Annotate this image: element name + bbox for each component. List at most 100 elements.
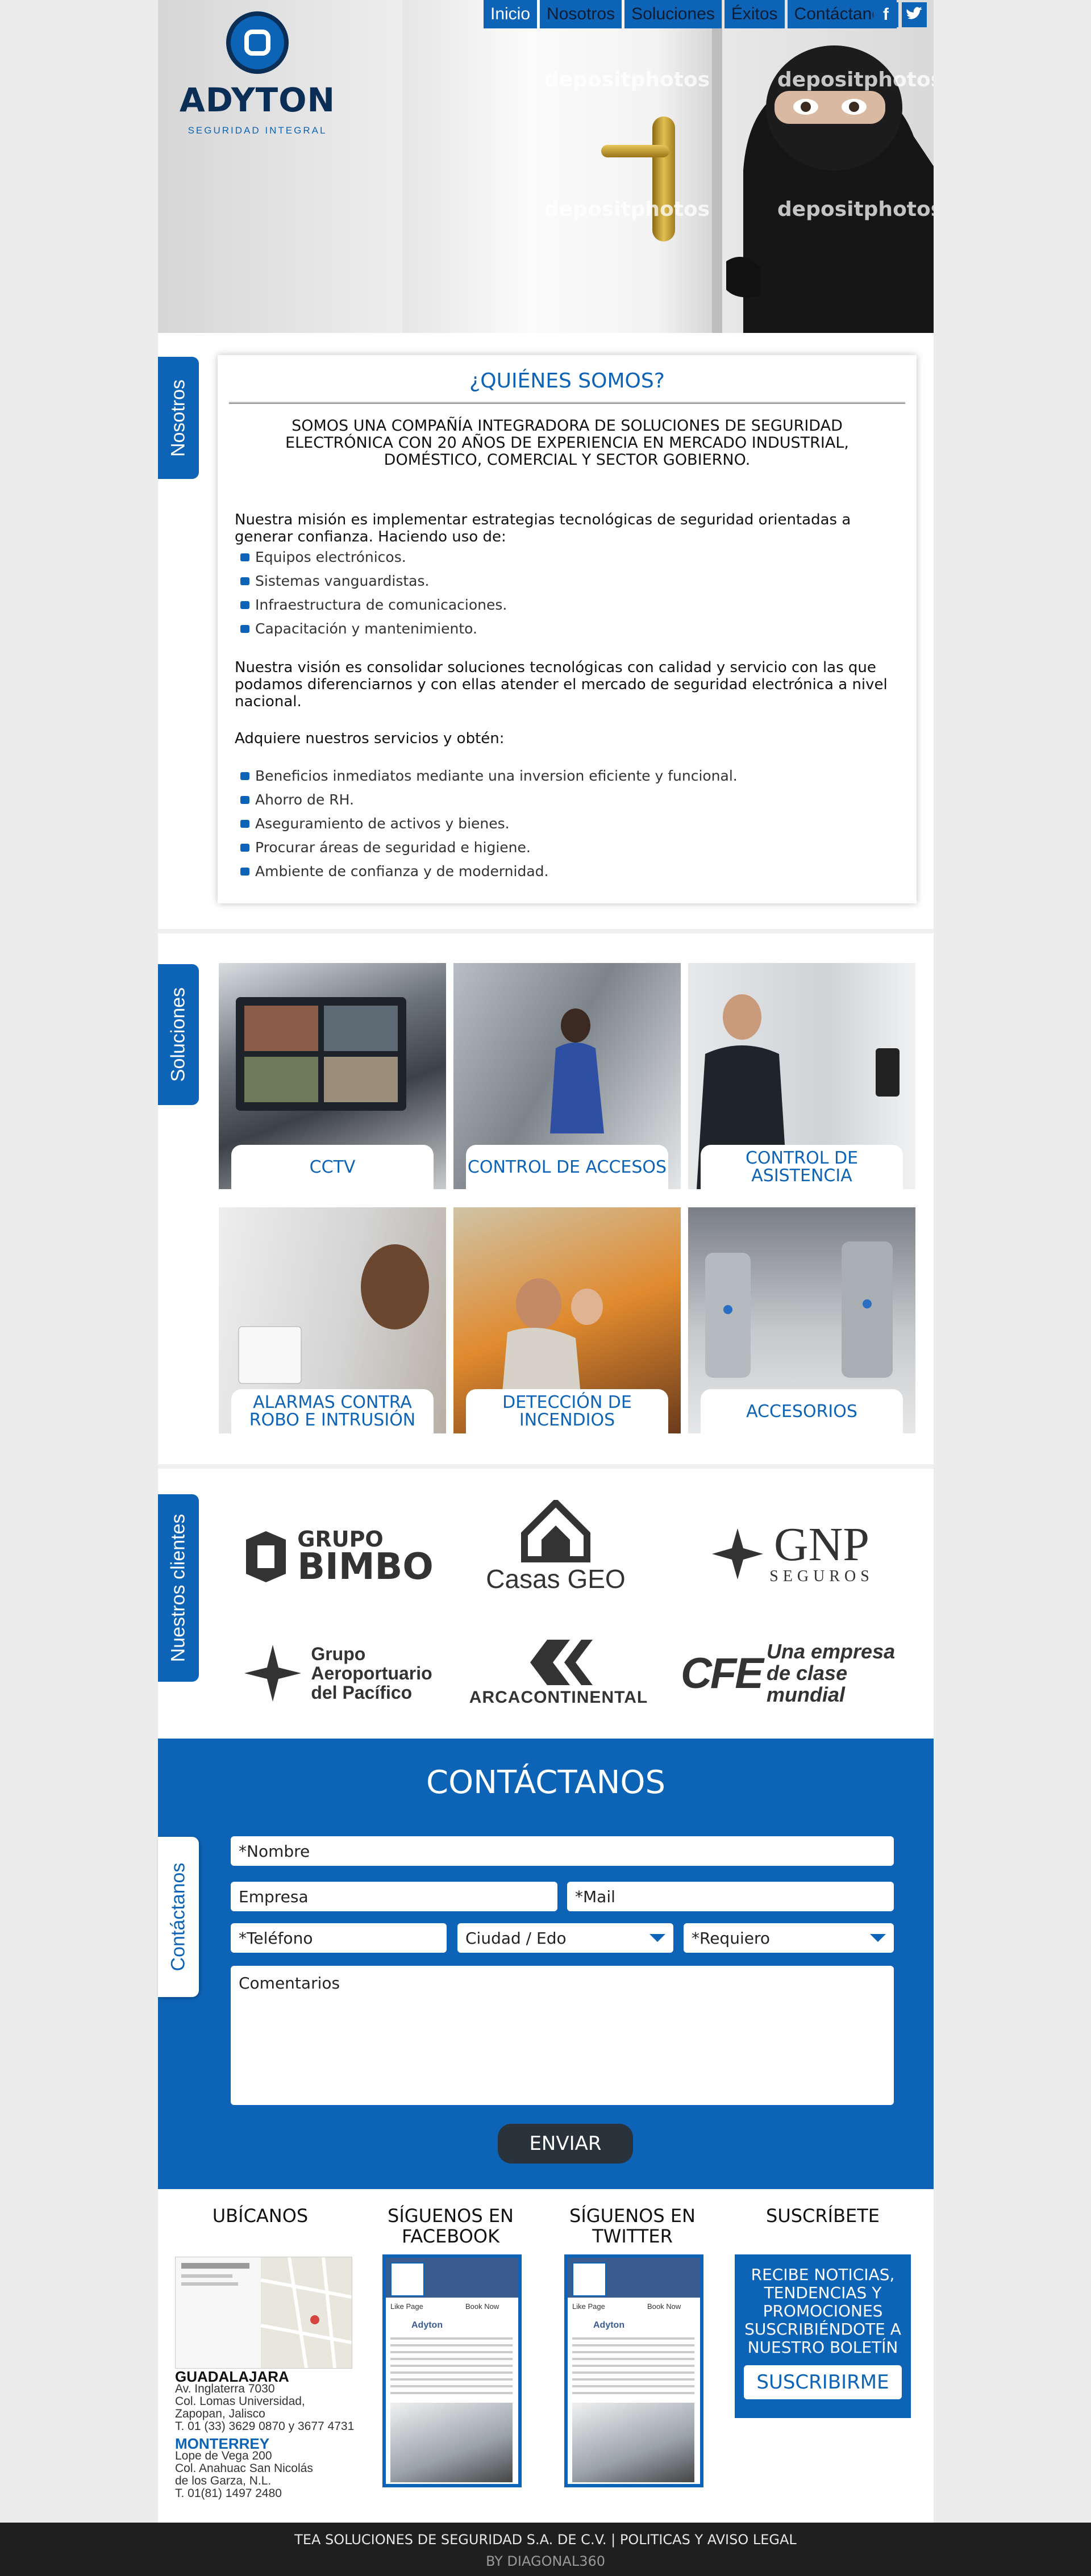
- solution-alarmas[interactable]: ALARMAS CONTRA ROBO E INTRUSIÓN: [219, 1207, 446, 1433]
- solution-label: CCTV: [231, 1145, 434, 1189]
- requires-select[interactable]: *Requiero: [684, 1923, 894, 1953]
- facebook-icon[interactable]: f: [873, 2, 898, 27]
- twitter-title: SÍGUENOS EN TWITTER: [569, 2205, 696, 2247]
- gnp-name: GNP: [773, 1518, 870, 1571]
- social-links: f: [873, 2, 927, 27]
- page: depositphotos depositphotos depositphoto…: [158, 0, 934, 2523]
- widget-like: Like Page: [572, 2302, 605, 2311]
- door-handle-lever: [601, 145, 669, 157]
- nav-nosotros[interactable]: Nosotros: [540, 0, 622, 28]
- list-item: Ambiente de confianza y de modernidad.: [240, 860, 738, 883]
- address-guadalajara: GUADALAJARA Av. Inglaterra 7030 Col. Lom…: [175, 2369, 354, 2433]
- locate-title: UBÍCANOS: [212, 2205, 309, 2227]
- list-item: Infraestructura de comunicaciones.: [240, 593, 507, 617]
- client-logo-cfe: CFE Una empresa de clase mundial: [681, 1636, 908, 1710]
- tab-nosotros[interactable]: Nosotros: [158, 357, 199, 479]
- address-line: Av. Inglaterra 7030: [175, 2382, 275, 2395]
- nav-inicio[interactable]: Inicio: [483, 0, 538, 28]
- casasgeo-name: Casas GEO: [486, 1564, 626, 1594]
- cfe-mark: CFE: [681, 1649, 764, 1698]
- city-select[interactable]: Ciudad / Edo: [457, 1923, 673, 1953]
- email-field[interactable]: [567, 1882, 894, 1911]
- twitter-icon[interactable]: [902, 2, 927, 27]
- subscribe-title: SUSCRÍBETE: [766, 2205, 880, 2227]
- gap-line-1: Grupo: [311, 1644, 366, 1664]
- about-card: ¿QUIÉNES SOMOS? SOMOS UNA COMPAÑÍA INTEG…: [218, 355, 917, 903]
- bimbo-bottom: BIMBO: [297, 1546, 434, 1588]
- solution-incendios[interactable]: DETECCIÓN DE INCENDIOS: [453, 1207, 681, 1433]
- cfe-slogan-2: de clase mundial: [767, 1661, 848, 1706]
- address-line: de los Garza, N.L.: [175, 2474, 272, 2487]
- client-logo-gnp: GNP SEGUROS: [684, 1511, 900, 1597]
- widget-page-name: Adyton: [411, 2320, 443, 2330]
- city-select-value: Ciudad / Edo: [465, 1928, 567, 1948]
- list-item: Ahorro de RH.: [240, 788, 738, 812]
- solution-control-asistencia[interactable]: CONTROL DE ASISTENCIA: [688, 963, 915, 1189]
- location-map[interactable]: [175, 2257, 352, 2369]
- address-line: Zapopan, Jalisco: [175, 2407, 265, 2420]
- hero-banner: depositphotos depositphotos depositphoto…: [158, 0, 934, 333]
- cfe-slogan-1: Una empresa: [767, 1640, 896, 1663]
- tab-soluciones[interactable]: Soluciones: [158, 964, 199, 1105]
- arca-mark-icon: [530, 1639, 593, 1685]
- comments-field[interactable]: [231, 1966, 894, 2105]
- arca-name: ARCACONTINENTAL: [469, 1687, 648, 1707]
- tab-clientes[interactable]: Nuestros clientes: [158, 1494, 199, 1682]
- requires-select-value: *Requiero: [692, 1928, 770, 1948]
- company-field[interactable]: [231, 1882, 557, 1911]
- watermark-3: depositphotos: [544, 198, 710, 221]
- bottom-bar: TEA SOLUCIONES DE SEGURIDAD S.A. DE C.V.…: [0, 2523, 1091, 2576]
- watermark-2: depositphotos: [777, 68, 934, 91]
- gap-mark-icon: [244, 1645, 302, 1702]
- send-button[interactable]: ENVIAR: [498, 2124, 633, 2164]
- watermark-1: depositphotos: [544, 68, 710, 91]
- gnp-mark-icon: [712, 1528, 764, 1579]
- legal-link[interactable]: TEA SOLUCIONES DE SEGURIDAD S.A. DE C.V.…: [0, 2532, 1091, 2548]
- gap-line-3: del Pacífico: [311, 1682, 413, 1703]
- address-line: Lope de Vega 200: [175, 2449, 272, 2462]
- chevron-down-icon: [649, 1934, 665, 1942]
- casasgeo-mark-icon: [521, 1499, 590, 1562]
- solution-label: DETECCIÓN DE INCENDIOS: [466, 1389, 668, 1433]
- benefits-list: Beneficios inmediatos mediante una inver…: [240, 764, 738, 883]
- address-line: Col. Lomas Universidad,: [175, 2395, 305, 2408]
- subscribe-button[interactable]: SUSCRIBIRME: [744, 2365, 902, 2399]
- subscribe-text: RECIBE NOTICIAS, TENDENCIAS Y PROMOCIONE…: [744, 2265, 901, 2357]
- solution-label: ALARMAS CONTRA ROBO E INTRUSIÓN: [231, 1389, 434, 1433]
- solution-cctv[interactable]: CCTV: [219, 963, 446, 1189]
- tab-contactanos-label: Contáctanos: [167, 1862, 189, 1971]
- contact-section: CONTÁCTANOS Contáctanos Ciudad / Edo *Re…: [158, 1739, 934, 2189]
- address-line: Col. Anahuac San Nicolás: [175, 2462, 313, 2475]
- tab-contactanos[interactable]: Contáctanos: [158, 1837, 199, 1997]
- twitter-widget[interactable]: Like Page Book Now Adyton: [564, 2254, 703, 2487]
- widget-book: Book Now: [647, 2302, 681, 2311]
- client-logo-gap: Grupo Aeroportuario del Pacífico: [223, 1636, 451, 1710]
- facebook-widget[interactable]: Like Page Book Now Adyton: [382, 2254, 522, 2487]
- door-handle-plate: [652, 116, 675, 241]
- gnp-sub: SEGUROS: [769, 1568, 874, 1585]
- phone-field[interactable]: [231, 1923, 447, 1953]
- brand-logo[interactable]: ADYTON SEGURIDAD INTEGRAL: [175, 11, 340, 142]
- address-monterrey: MONTERREY Lope de Vega 200 Col. Anahuac …: [175, 2435, 313, 2500]
- solution-accesorios[interactable]: ACCESORIOS: [688, 1207, 915, 1433]
- solution-control-accesos[interactable]: CONTROL DE ACCESOS: [453, 963, 681, 1189]
- brand-name: ADYTON: [179, 81, 336, 119]
- about-benefits-intro: Adquiere nuestros servicios y obtén:: [235, 730, 505, 747]
- widget-page-name: Adyton: [593, 2320, 625, 2330]
- nav-exitos[interactable]: Éxitos: [724, 0, 785, 28]
- nav-soluciones[interactable]: Soluciones: [624, 0, 722, 28]
- list-item: Procurar áreas de seguridad e higiene.: [240, 836, 738, 860]
- widget-book: Book Now: [465, 2302, 499, 2311]
- list-item: Aseguramiento de activos y bienes.: [240, 812, 738, 836]
- city-name: MONTERREY: [175, 2435, 270, 2452]
- client-logo-bimbo: GRUPO BIMBO: [229, 1514, 445, 1599]
- facebook-title: SÍGUENOS EN FACEBOOK: [388, 2205, 514, 2247]
- about-vision: Nuestra visión es consolidar soluciones …: [235, 659, 888, 710]
- section-divider: [158, 1464, 934, 1469]
- section-divider: [158, 929, 934, 933]
- name-field[interactable]: [231, 1836, 894, 1866]
- list-item: Beneficios inmediatos mediante una inver…: [240, 764, 738, 788]
- list-item: Capacitación y mantenimiento.: [240, 617, 507, 641]
- list-item: Equipos electrónicos.: [240, 545, 507, 569]
- tab-nosotros-label: Nosotros: [167, 379, 189, 457]
